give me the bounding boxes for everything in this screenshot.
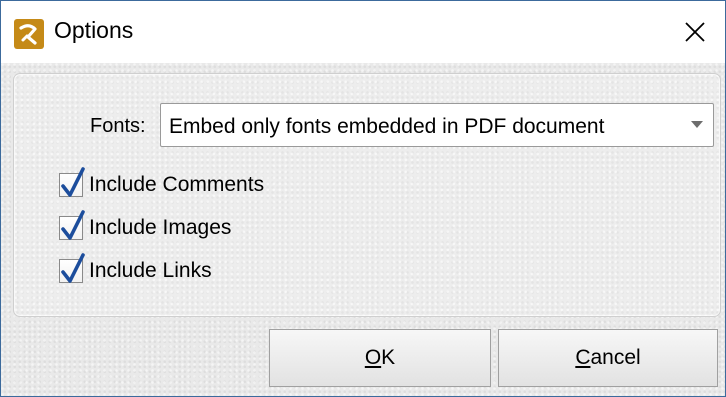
pdf-xchange-logo-icon — [14, 19, 44, 49]
chevron-down-icon — [691, 121, 703, 128]
fonts-label: Fonts: — [90, 115, 146, 137]
ok-label-rest: K — [381, 346, 396, 369]
title-bar: Options — [1, 1, 725, 63]
close-icon — [685, 22, 705, 42]
cancel-mnemonic: C — [575, 346, 591, 369]
fonts-dropdown[interactable]: Embed only fonts embedded in PDF documen… — [160, 103, 714, 147]
fonts-dropdown-value: Embed only fonts embedded in PDF documen… — [169, 115, 605, 138]
dialog-body: Fonts: Embed only fonts embedded in PDF … — [1, 63, 725, 396]
options-dialog: Options Fonts: Embed only fonts embedded… — [0, 0, 726, 397]
cancel-label-rest: ancel — [590, 346, 641, 369]
ok-button[interactable]: OK — [269, 329, 491, 387]
checkmark-icon — [61, 210, 85, 240]
include-images-option[interactable]: Include Images — [59, 210, 232, 244]
options-group-panel: Fonts: Embed only fonts embedded in PDF … — [13, 73, 721, 317]
include-comments-checkbox[interactable] — [59, 167, 85, 197]
include-images-label: Include Images — [89, 216, 232, 239]
include-links-option[interactable]: Include Links — [59, 253, 212, 287]
ok-mnemonic: O — [364, 346, 382, 369]
include-comments-label: Include Comments — [89, 173, 265, 196]
checkmark-icon — [61, 167, 85, 197]
close-button[interactable] — [665, 1, 725, 63]
include-links-checkbox[interactable] — [59, 253, 85, 283]
include-comments-option[interactable]: Include Comments — [59, 167, 265, 201]
cancel-button[interactable]: Cancel — [498, 329, 718, 387]
include-links-label: Include Links — [89, 259, 212, 282]
dialog-title: Options — [54, 17, 134, 43]
include-images-checkbox[interactable] — [59, 210, 85, 240]
checkmark-icon — [61, 253, 85, 283]
